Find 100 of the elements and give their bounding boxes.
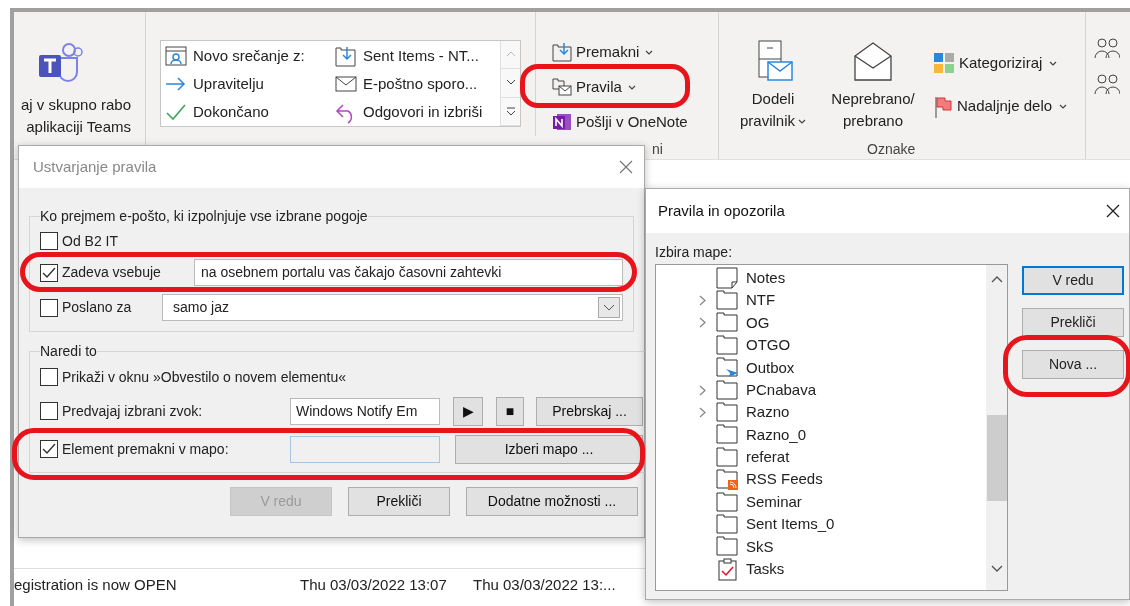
checkmark-icon [42, 443, 56, 455]
folder-icon [334, 44, 358, 68]
dialog-button[interactable]: Prekliči [348, 487, 450, 516]
folder-tree-item[interactable]: SkS [746, 535, 774, 559]
group-label: Naredi to [40, 342, 97, 361]
checkbox[interactable] [40, 368, 58, 386]
caret-icon [603, 304, 615, 311]
dialog-button[interactable]: ▶ [453, 396, 483, 426]
folder-icon [716, 311, 739, 335]
folder-icon [716, 423, 739, 447]
people-icon [1094, 74, 1120, 96]
mail-date: Thu 03/03/2022 13:07 [300, 575, 448, 596]
caret-icon [1059, 104, 1068, 109]
group-label: Oznake [867, 140, 916, 159]
assign-policy-button[interactable]: Dodeli pravilnik [733, 40, 813, 132]
quick-step-item[interactable]: Odgovori in izbriši [363, 100, 483, 124]
gallery-more-button[interactable] [501, 97, 520, 126]
input-field[interactable] [290, 435, 440, 463]
move-button[interactable]: Premakni [551, 41, 654, 63]
checkbox-label: Element premakni v mapo: [62, 439, 230, 459]
folder-tree-item[interactable]: OG [746, 311, 770, 335]
checkbox[interactable] [40, 263, 58, 282]
group-label: Ko prejmem e-pošto, ki izpolnjuje vse izbrane pogoje [40, 207, 368, 226]
folder-icon [716, 333, 739, 357]
folder-tree-item[interactable]: Tasks [746, 558, 785, 581]
scroll-down-icon [990, 565, 1003, 573]
checkbox-label: Od B2 IT [62, 231, 119, 251]
folder-tree-item[interactable]: referat [746, 446, 790, 469]
calendar-icon [164, 44, 188, 68]
checkbox-label: Poslano za [62, 298, 133, 317]
dropdown-button[interactable] [598, 297, 620, 318]
button-label[interactable]: aplikaciji Teams [26, 116, 131, 138]
close-icon [1105, 203, 1121, 219]
folder-arrow-icon [551, 41, 573, 63]
checkbox-label: Predvajaj izbrani zvok: [62, 401, 204, 421]
clipboard-check-icon [716, 557, 739, 581]
dialog-button[interactable]: Prekliči [1022, 308, 1124, 337]
quick-step-item[interactable]: Sent Items - NT... [363, 44, 479, 68]
mail-date: Thu 03/03/2022 13:... [473, 575, 616, 596]
scroll-up-icon [990, 275, 1003, 283]
caret-icon [798, 118, 806, 124]
folder-tree-item[interactable]: Razno_0 [746, 423, 807, 447]
open-envelope-icon [853, 40, 893, 82]
teams-icon [37, 42, 83, 84]
scrollbar[interactable] [986, 265, 1007, 590]
folder-envelope-icon [551, 76, 573, 98]
folder-tree-item[interactable]: OTGO [746, 334, 791, 357]
folder-tree-item[interactable]: Outbox [746, 356, 795, 379]
folder-tree-item[interactable]: PCnabava [746, 378, 817, 402]
checkbox[interactable] [40, 402, 58, 420]
folder-tree-item[interactable]: RSS Feeds [746, 468, 823, 491]
checkbox[interactable] [40, 232, 58, 250]
quick-step-item[interactable]: E-poštno sporo... [363, 72, 478, 96]
folder-icon [716, 535, 739, 559]
folder-tree-item[interactable]: Seminar [746, 490, 802, 514]
mail-subject: egistration is now OPEN [14, 575, 178, 596]
caret-icon [504, 106, 517, 116]
folder-tree-item[interactable]: Razno [746, 401, 790, 424]
folder-icon [716, 490, 739, 514]
quick-step-item[interactable]: Novo srečanje z: [193, 44, 305, 68]
quick-step-item[interactable]: Upravitelju [193, 72, 264, 96]
button-label[interactable]: aj v skupno rabo [20, 94, 131, 116]
folder-arrow-icon [716, 356, 739, 380]
checkbox-label: Prikaži v oknu »Obvestilo o novem elementu« [62, 367, 347, 387]
group-label: ni [652, 140, 663, 159]
dialog-title: Pravila in opozorila [658, 200, 785, 221]
checkbox-label: Zadeva vsebuje [62, 263, 162, 282]
rules-button[interactable]: Pravila [551, 76, 636, 98]
input-field[interactable]: Windows Notify Em [290, 397, 440, 425]
onenote-button[interactable]: Pošlji v OneNote [551, 111, 688, 133]
dialog-title: Ustvarjanje pravila [33, 156, 157, 177]
field-label: Izbira mape: [654, 243, 734, 262]
dropdown-field[interactable]: samo jaz [162, 294, 623, 321]
dialog-button[interactable]: ■ [496, 396, 524, 426]
dialog-button[interactable]: V redu [1022, 266, 1124, 295]
dialog-button[interactable]: Prebrskaj ... [536, 396, 643, 426]
folder-icon [716, 401, 739, 425]
rss-folder-icon [716, 468, 739, 492]
checkbox[interactable] [40, 440, 58, 458]
caret-icon [1049, 60, 1058, 66]
quick-step-item[interactable]: Dokončano [193, 100, 269, 124]
scrollbar-thumb[interactable] [986, 415, 1007, 501]
follow-up-button[interactable]: Nadaljnje delo [933, 94, 1068, 119]
folder-icon [716, 378, 739, 402]
folder-tree-item[interactable]: NTF [746, 289, 776, 312]
input-field[interactable]: na osebnem portalu vas čakajo časovni zahtevki [194, 259, 623, 286]
categorize-button[interactable]: Kategoriziraj [933, 52, 1068, 75]
flag-icon [933, 94, 953, 119]
close-icon [618, 159, 634, 175]
folder-tree-item[interactable]: Notes [746, 266, 786, 290]
color-squares-icon [933, 52, 955, 75]
folder-icon [716, 513, 739, 536]
dialog-button[interactable]: Nova ... [1022, 350, 1124, 379]
dialog-button[interactable]: Izberi mapo ... [455, 434, 643, 464]
folder-icon [716, 445, 739, 469]
checkbox[interactable] [40, 298, 58, 317]
dialog-button[interactable]: Dodatne možnosti ... [466, 487, 638, 516]
unread-button[interactable]: Neprebrano/ prebrano [823, 40, 923, 132]
folder-tree-item[interactable]: Sent Items_0 [746, 513, 835, 536]
mail-list-row[interactable]: egistration is now OPEN Thu 03/03/2022 13:07 Thu 03/03/2022 13:... [14, 568, 645, 602]
